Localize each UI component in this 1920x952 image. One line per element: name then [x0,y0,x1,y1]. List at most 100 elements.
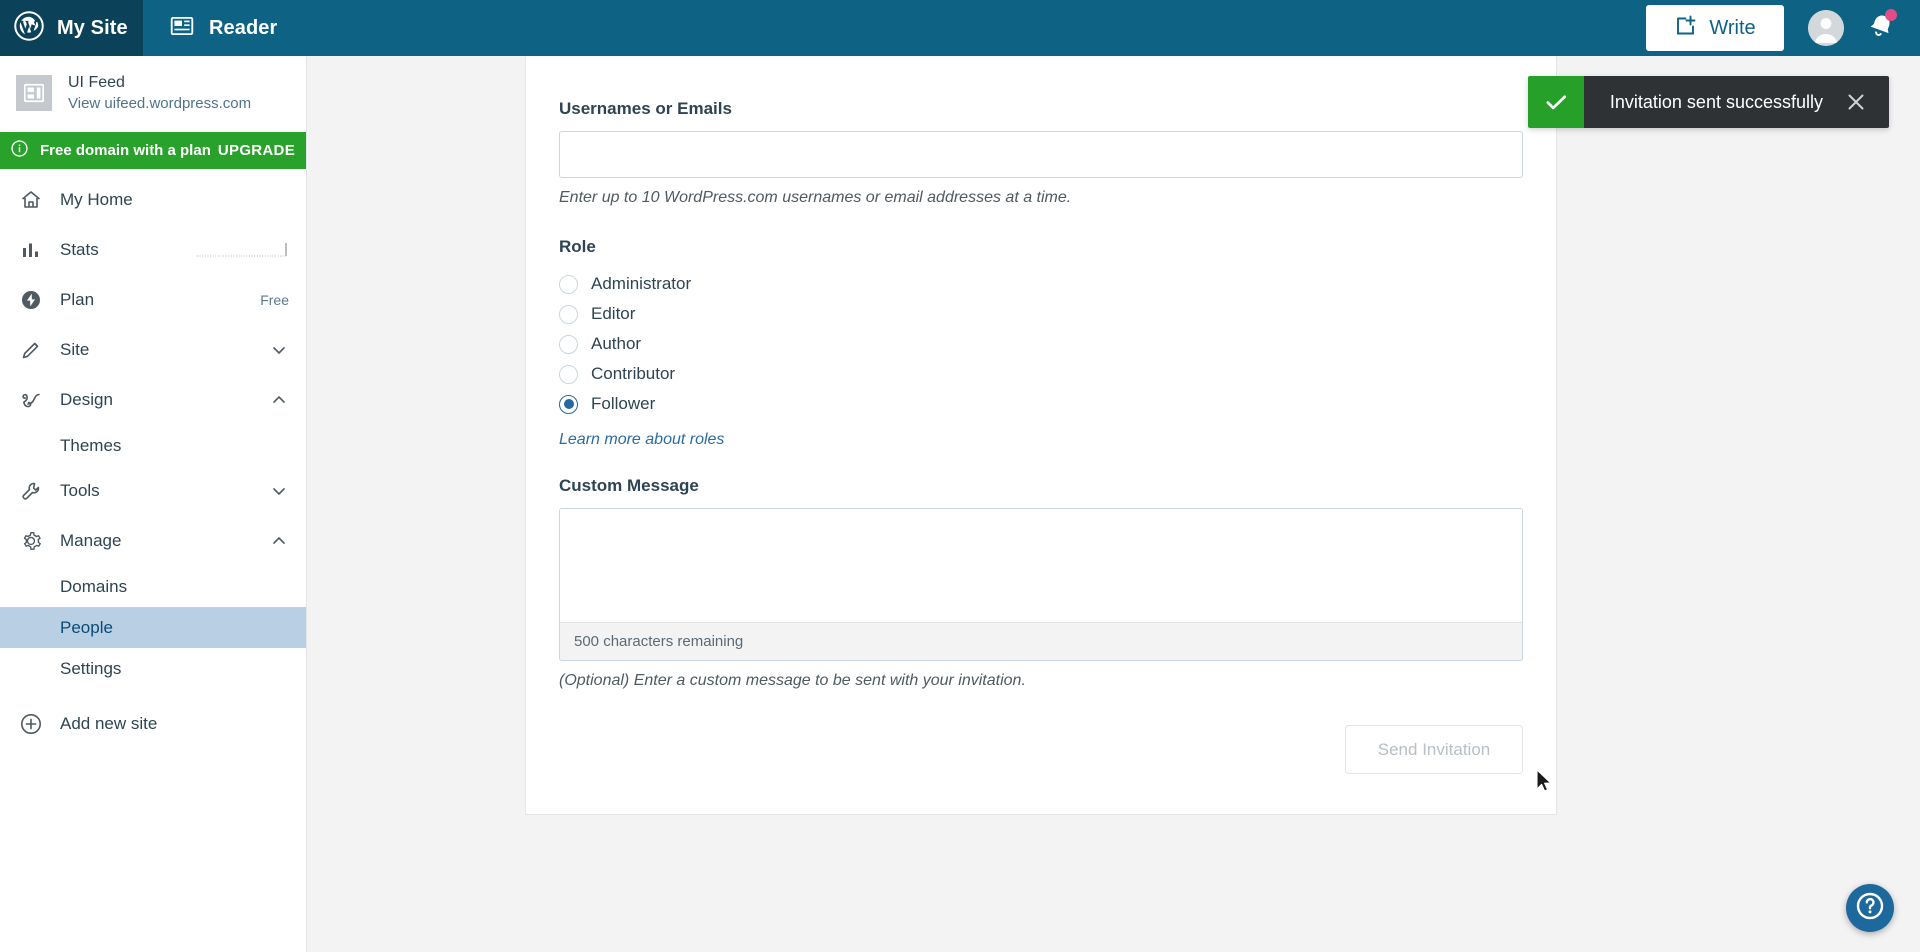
radio-editor[interactable] [559,305,578,324]
site-thumbnail-icon [16,75,52,111]
submit-row: Send Invitation [559,725,1523,774]
masthead-my-site-tab[interactable]: My Site [0,0,143,56]
radio-follower[interactable] [559,395,578,414]
radio-contributor[interactable] [559,365,578,384]
radio-author[interactable] [559,335,578,354]
avatar[interactable] [1808,10,1844,46]
bar-chart-icon [19,238,45,262]
chevron-up-icon[interactable] [269,390,289,410]
sidebar-item-my-home[interactable]: My Home [0,175,306,225]
radio-administrator[interactable] [559,275,578,294]
chevron-down-icon[interactable] [269,481,289,501]
upgrade-banner-label: Free domain with a plan [40,142,218,159]
sidebar-item-design[interactable]: Design [0,375,306,425]
notification-indicator-dot [1885,9,1897,21]
invite-people-card: Usernames or Emails Enter up to 10 WordP… [525,56,1557,815]
sidebar-nav: My Home Stats [0,169,306,749]
plan-badge: Free [260,292,289,308]
sidebar-item-site[interactable]: Site [0,325,306,375]
role-option-editor[interactable]: Editor [559,299,1523,329]
sidebar-item-plan[interactable]: Plan Free [0,275,306,325]
reader-icon [169,13,195,44]
masthead-my-site-label: My Site [57,17,128,40]
plan-bolt-icon [19,288,45,312]
sidebar-item-manage[interactable]: Manage [0,516,306,566]
role-option-contributor[interactable]: Contributor [559,359,1523,389]
usernames-hint: Enter up to 10 WordPress.com usernames o… [559,189,1523,207]
sidebar-item-people[interactable]: People [0,607,306,648]
site-name: UI Feed [68,72,251,93]
house-icon [19,188,45,212]
role-option-editor-label: Editor [591,304,635,324]
sidebar-item-settings[interactable]: Settings [0,648,306,689]
custom-message-label: Custom Message [559,476,1523,496]
role-label: Role [559,237,1523,257]
usernames-label: Usernames or Emails [559,99,1523,119]
sidebar-item-plan-label: Plan [60,290,94,310]
custom-message-box: 500 characters remaining [559,508,1523,661]
help-button[interactable] [1846,884,1894,932]
notifications-bell-icon[interactable] [1866,11,1896,46]
sidebar: UI Feed View uifeed.wordpress.com Free d… [0,56,307,952]
sidebar-item-settings-label: Settings [60,659,121,679]
wrench-icon [19,479,45,503]
help-question-icon [1854,890,1886,927]
gear-icon [19,529,45,553]
pencil-icon [19,338,45,362]
custom-message-group: Custom Message 500 characters remaining … [559,476,1523,690]
send-invitation-button[interactable]: Send Invitation [1345,725,1523,774]
masthead-reader-label: Reader [209,17,277,40]
role-option-contributor-label: Contributor [591,364,675,384]
add-new-site-button[interactable]: Add new site [0,699,306,749]
sidebar-item-stats-label: Stats [60,240,99,260]
toast-body: Invitation sent successfully [1584,76,1889,128]
chevron-up-icon[interactable] [269,531,289,551]
success-toast: Invitation sent successfully [1528,76,1889,128]
learn-more-about-roles-link[interactable]: Learn more about roles [559,431,724,449]
sidebar-item-domains[interactable]: Domains [0,566,306,607]
sidebar-item-themes[interactable]: Themes [0,425,306,466]
add-new-site-label: Add new site [60,714,157,734]
sidebar-item-design-label: Design [60,390,113,410]
role-option-author-label: Author [591,334,641,354]
sidebar-item-people-label: People [60,618,113,638]
role-option-follower[interactable]: Follower [559,389,1523,419]
characters-remaining-counter: 500 characters remaining [560,622,1522,660]
role-group: Role Administrator Editor Author Contrib… [559,237,1523,449]
sidebar-item-tools[interactable]: Tools [0,466,306,516]
role-option-author[interactable]: Author [559,329,1523,359]
wordpress-logo-icon [14,11,44,46]
write-button[interactable]: Write [1646,5,1784,51]
role-option-administrator[interactable]: Administrator [559,269,1523,299]
sidebar-item-themes-label: Themes [60,436,121,456]
role-option-follower-label: Follower [591,394,655,414]
write-button-label: Write [1709,17,1755,40]
toast-message: Invitation sent successfully [1610,92,1823,113]
stats-sparkline [197,239,289,261]
sidebar-item-site-label: Site [60,340,89,360]
masthead: My Site Reader Write [0,0,1920,56]
info-circle-icon [10,139,29,163]
main-content: Usernames or Emails Enter up to 10 WordP… [307,56,1920,952]
sidebar-item-manage-label: Manage [60,531,121,551]
sidebar-item-stats[interactable]: Stats [0,225,306,275]
close-icon[interactable] [1823,90,1889,114]
site-header[interactable]: UI Feed View uifeed.wordpress.com [0,56,306,132]
custom-message-hint: (Optional) Enter a custom message to be … [559,672,1523,690]
write-pencil-icon [1674,14,1698,43]
usernames-input[interactable] [559,131,1523,178]
sidebar-item-domains-label: Domains [60,577,127,597]
checkmark-icon [1528,76,1584,128]
design-brush-icon [19,388,45,412]
role-option-administrator-label: Administrator [591,274,691,294]
custom-message-textarea[interactable] [560,509,1522,622]
site-url: View uifeed.wordpress.com [68,94,251,114]
upgrade-banner-action[interactable]: UPGRADE [218,142,295,159]
sidebar-item-tools-label: Tools [60,481,100,501]
sidebar-item-my-home-label: My Home [60,190,133,210]
upgrade-banner[interactable]: Free domain with a plan UPGRADE [0,132,306,169]
masthead-reader-tab[interactable]: Reader [143,0,303,56]
plus-circle-icon [19,712,45,736]
masthead-spacer [303,0,1646,56]
chevron-down-icon[interactable] [269,340,289,360]
